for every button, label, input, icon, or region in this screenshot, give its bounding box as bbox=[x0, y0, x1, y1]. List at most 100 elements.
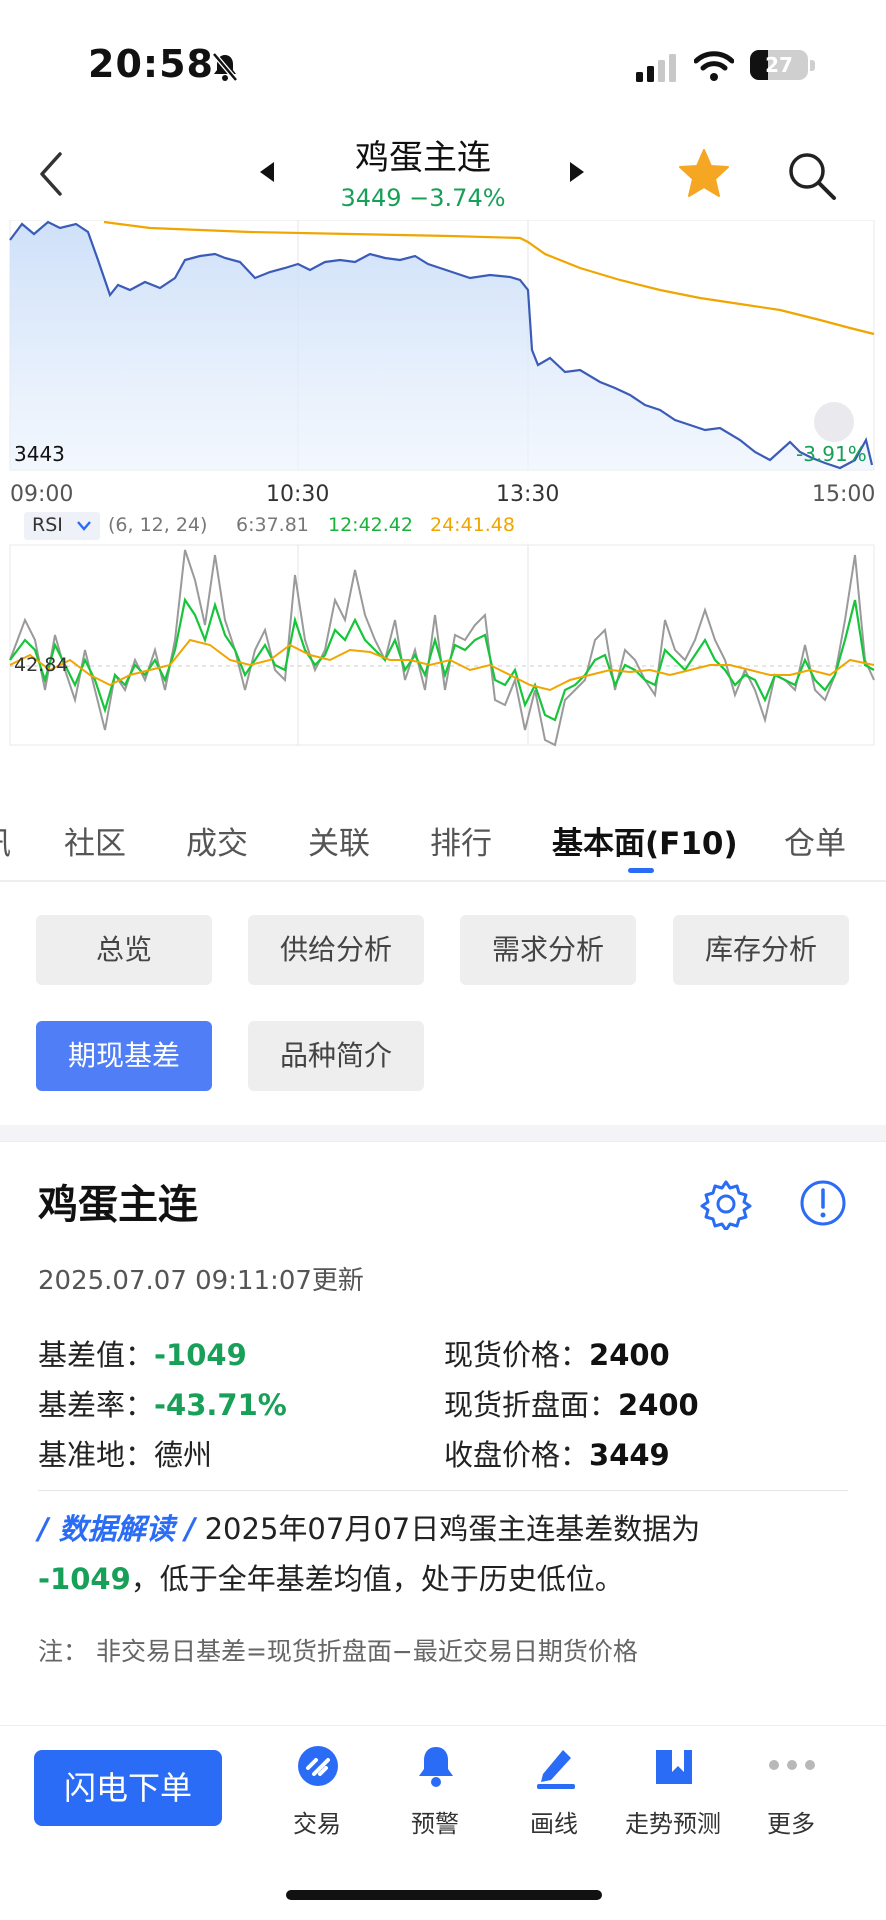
section-divider bbox=[0, 1125, 886, 1141]
forecast-icon bbox=[656, 1750, 692, 1784]
close-value: 3449 bbox=[589, 1438, 670, 1472]
basis-card: 鸡蛋主连 2025.07.07 09:11:07更新 基差值：-1049 现货价… bbox=[0, 1141, 886, 1721]
wifi-icon bbox=[694, 51, 734, 81]
nav-more-label: 更多 bbox=[767, 1810, 815, 1838]
info-icon[interactable] bbox=[798, 1178, 848, 1228]
spot-conv-value: 2400 bbox=[618, 1388, 699, 1422]
tab-ranking[interactable]: 排行 bbox=[430, 818, 492, 863]
tab-news[interactable]: 讯 bbox=[0, 818, 11, 863]
basis-label: 基差值： bbox=[38, 1338, 155, 1372]
header-quote: 3449 −3.74% bbox=[300, 184, 546, 212]
gear-icon[interactable] bbox=[700, 1178, 752, 1230]
tab-trades[interactable]: 成交 bbox=[186, 818, 248, 863]
x-tick-0900: 09:00 bbox=[10, 482, 74, 507]
base-location-row: 基准地：德州 bbox=[38, 1432, 212, 1474]
card-divider bbox=[38, 1490, 848, 1491]
prev-contract-icon[interactable] bbox=[258, 160, 276, 184]
spot-conv-label: 现货折盘面： bbox=[444, 1388, 619, 1422]
bell-icon bbox=[419, 1747, 453, 1787]
price-area bbox=[10, 222, 874, 470]
rsi-params: (6, 12, 24) bbox=[108, 514, 208, 536]
basis-rate-label: 基差率： bbox=[38, 1388, 155, 1422]
chip-overview[interactable]: 总览 bbox=[36, 915, 212, 985]
chip-basis[interactable]: 期现基差 bbox=[36, 1021, 212, 1091]
back-icon[interactable] bbox=[36, 150, 66, 198]
search-icon[interactable] bbox=[786, 150, 838, 202]
chip-inventory[interactable]: 库存分析 bbox=[673, 915, 849, 985]
battery-level: 27 bbox=[765, 53, 793, 77]
flash-order-button[interactable]: 闪电下单 bbox=[34, 1750, 222, 1826]
card-title: 鸡蛋主连 bbox=[38, 1182, 198, 1228]
nav-forecast[interactable]: 走势预测 bbox=[618, 1744, 728, 1844]
nav-forecast-label: 走势预测 bbox=[625, 1810, 721, 1838]
x-tick-1500: 15:00 bbox=[812, 482, 876, 507]
header-change: −3.74% bbox=[409, 184, 506, 212]
interp-value: -1049 bbox=[38, 1562, 131, 1596]
chevron-down-icon bbox=[77, 521, 91, 531]
rsi6-value: 6:37.81 bbox=[236, 514, 309, 536]
basis-rate-row: 基差率：-43.71% bbox=[38, 1382, 287, 1424]
rsi6-line bbox=[9, 549, 875, 747]
status-time: 20:58 bbox=[88, 42, 214, 86]
rsi12-value: 12:42.42 bbox=[328, 514, 413, 536]
battery-cap bbox=[810, 60, 815, 71]
basis-value-row: 基差值：-1049 bbox=[38, 1332, 247, 1374]
tab-bar: 讯 社区 成交 关联 排行 基本面(F10) 仓单 bbox=[0, 800, 886, 882]
x-tick-1030: 10:30 bbox=[266, 482, 330, 507]
close-price-row: 收盘价格：3449 bbox=[444, 1432, 670, 1474]
nav-trade-label: 交易 bbox=[293, 1810, 341, 1838]
chart-area[interactable]: 3443 -3.91% 09:00 10:30 13:30 15:00 RSI … bbox=[0, 220, 886, 800]
base-value: 德州 bbox=[154, 1438, 213, 1472]
favorite-star-icon[interactable] bbox=[678, 148, 730, 198]
nav-header: 鸡蛋主连 3449 −3.74% bbox=[0, 130, 886, 220]
chip-demand[interactable]: 需求分析 bbox=[460, 915, 636, 985]
pct-right-label: -3.91% bbox=[796, 442, 867, 466]
data-interpretation: / 数据解读 / 2025年07月07日鸡蛋主连基差数据为 -1049，低于全年… bbox=[38, 1504, 858, 1604]
basis-value: -1049 bbox=[154, 1338, 247, 1372]
rsi24-value: 24:41.48 bbox=[430, 514, 515, 536]
chip-intro[interactable]: 品种简介 bbox=[248, 1021, 424, 1091]
home-indicator bbox=[286, 1890, 602, 1900]
nav-alert-label: 预警 bbox=[411, 1810, 459, 1838]
updated-time: 2025.07.07 09:11:07更新 bbox=[38, 1266, 364, 1296]
bell-muted-icon bbox=[212, 52, 238, 82]
spot-price-row: 现货价格：2400 bbox=[444, 1332, 670, 1374]
spot-label: 现货价格： bbox=[444, 1338, 590, 1372]
tab-fundamentals[interactable]: 基本面(F10) bbox=[552, 818, 738, 863]
page-title: 鸡蛋主连 bbox=[355, 138, 491, 178]
base-label: 基准地： bbox=[38, 1438, 155, 1472]
pen-icon bbox=[537, 1750, 575, 1789]
active-tab-indicator bbox=[628, 868, 654, 873]
nav-draw-label: 画线 bbox=[530, 1810, 578, 1838]
x-tick-1330: 13:30 bbox=[496, 482, 560, 507]
intraday-chart[interactable] bbox=[0, 220, 886, 800]
rsi-panel-frame bbox=[9, 544, 875, 746]
chip-supply[interactable]: 供给分析 bbox=[248, 915, 424, 985]
chart-toggle-icon[interactable] bbox=[814, 402, 854, 442]
rsi-indicator-select[interactable]: RSI bbox=[24, 512, 100, 540]
tab-community[interactable]: 社区 bbox=[64, 818, 126, 863]
interp-text: 2025年07月07日鸡蛋主连基差数据为 bbox=[204, 1512, 701, 1546]
rsi-indicator-label: RSI bbox=[32, 514, 63, 536]
status-bar: 20:58 27 bbox=[0, 0, 886, 130]
nav-draw[interactable]: 画线 bbox=[499, 1744, 609, 1844]
nav-more[interactable]: 更多 bbox=[736, 1744, 846, 1844]
cellular-signal-icon bbox=[636, 54, 676, 82]
trade-icon bbox=[298, 1746, 338, 1786]
price-low-label: 3443 bbox=[14, 442, 65, 466]
next-contract-icon[interactable] bbox=[568, 160, 586, 184]
nav-alert[interactable]: 预警 bbox=[380, 1744, 490, 1844]
interp-tag: / 数据解读 / bbox=[38, 1512, 196, 1546]
header-price: 3449 bbox=[340, 184, 402, 212]
nav-trade[interactable]: 交易 bbox=[262, 1744, 372, 1844]
more-dots-icon bbox=[769, 1760, 815, 1770]
tab-warehouse[interactable]: 仓单 bbox=[784, 818, 846, 863]
spot-conv-row: 现货折盘面：2400 bbox=[444, 1382, 699, 1424]
spot-value: 2400 bbox=[589, 1338, 670, 1372]
interp-text2: ，低于全年基差均值，处于历史低位。 bbox=[130, 1562, 624, 1596]
basis-note: 注： 非交易日基差=现货折盘面−最近交易日期货价格 bbox=[38, 1637, 638, 1666]
basis-rate-value: -43.71% bbox=[154, 1388, 287, 1422]
rsi-level-label: 42.84 bbox=[14, 654, 69, 676]
tab-related[interactable]: 关联 bbox=[308, 818, 370, 863]
battery-icon: 27 bbox=[750, 50, 808, 80]
